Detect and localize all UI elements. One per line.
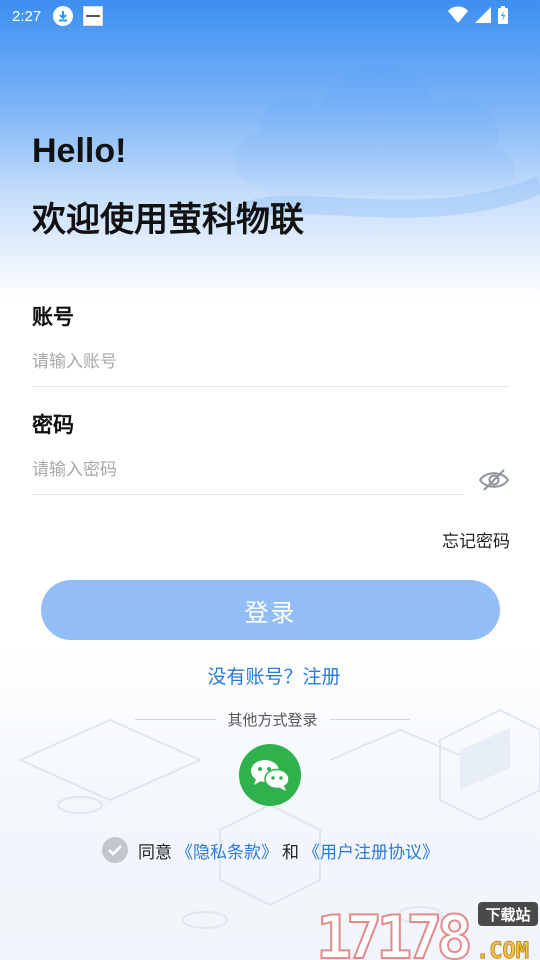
other-login-divider: 其他方式登录 — [135, 708, 411, 730]
divider-line-left — [135, 718, 216, 720]
other-login-label: 其他方式登录 — [227, 710, 318, 729]
welcome-title: 欢迎使用萤科物联 — [32, 200, 304, 240]
user-agreement-link[interactable]: 《用户注册协议》 — [303, 838, 439, 863]
status-bar: 2:27 — [0, 0, 540, 32]
password-input[interactable] — [32, 450, 464, 490]
privacy-policy-link[interactable]: 《隐私条款》 — [176, 838, 278, 863]
download-notification-icon — [53, 6, 74, 26]
account-divider — [32, 386, 510, 387]
register-link[interactable]: 没有账号？注册 — [0, 662, 540, 689]
forgot-password-link[interactable]: 忘记密码 — [442, 527, 510, 552]
password-label: 密码 — [32, 413, 74, 437]
agree-checkbox[interactable] — [102, 837, 128, 863]
svg-text:17178: 17178 — [316, 903, 469, 960]
wifi-icon — [448, 6, 468, 23]
greeting-title: Hello! — [32, 132, 127, 170]
svg-text:.COM: .COM — [476, 939, 529, 960]
agreement-row: 同意 《隐私条款》 和 《用户注册协议》 — [102, 836, 439, 864]
login-button[interactable]: 登录 — [41, 580, 500, 640]
signal-icon — [475, 7, 491, 23]
password-divider — [32, 494, 464, 495]
account-input[interactable] — [32, 342, 510, 382]
wechat-icon — [251, 760, 290, 791]
status-time: 2:27 — [12, 7, 42, 25]
check-icon — [108, 845, 122, 856]
battery-icon — [498, 6, 508, 24]
wechat-login-button[interactable] — [239, 744, 301, 806]
agreement-and-text: 和 — [282, 842, 299, 863]
system-status-icons — [448, 6, 508, 24]
account-label: 账号 — [32, 305, 74, 329]
divider-line-right — [329, 718, 411, 720]
svg-text:下载站: 下载站 — [485, 906, 530, 924]
eye-icon[interactable] — [478, 467, 510, 493]
agree-text: 同意 — [138, 842, 172, 863]
site-watermark-logo: 17178 .COM 下载站 — [315, 902, 538, 960]
app-notification-icon — [83, 6, 104, 26]
